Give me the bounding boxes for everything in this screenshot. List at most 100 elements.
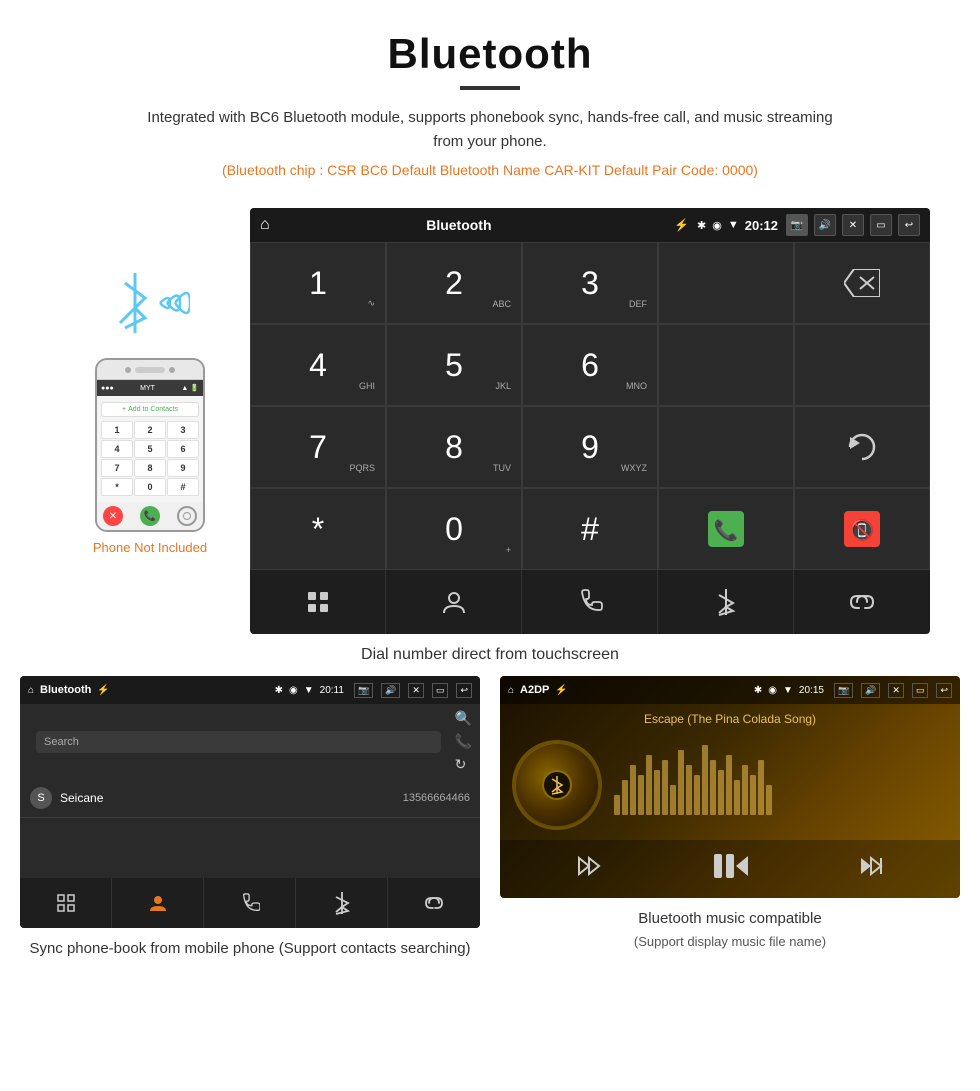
pb-refresh-icon[interactable]: ↻ [455, 756, 472, 773]
phone-add-contact-btn[interactable]: + Add to Contacts [101, 402, 199, 417]
dial-call-red-btn[interactable]: 📵 [794, 488, 930, 570]
phone-call-btn[interactable]: 📞 [140, 506, 160, 526]
phone-front-camera [135, 367, 165, 373]
phone-key-star[interactable]: * [101, 478, 133, 496]
dial-key-6[interactable]: 6 MNO [522, 324, 658, 406]
pb-toolbar-grid-btn[interactable] [20, 878, 112, 928]
pb-close-icon-btn[interactable]: ✕ [408, 683, 424, 698]
next-track-btn[interactable] [857, 852, 885, 886]
pb-win-icon-btn[interactable]: ▭ [432, 683, 449, 698]
phone-bottom-row: ✕ 📞 [97, 502, 203, 530]
phone-key-7[interactable]: 7 [101, 459, 133, 477]
phone-key-4[interactable]: 4 [101, 440, 133, 458]
eq-bar-3 [638, 775, 644, 815]
dial-backspace-btn[interactable] [794, 242, 930, 324]
volume-icon-btn[interactable]: 🔊 [814, 214, 836, 236]
back-icon-btn[interactable]: ↩ [898, 214, 920, 236]
key-1-sub: ∿ [367, 298, 375, 309]
key-3-sub: DEF [629, 299, 647, 309]
pb-toolbar-contacts-btn[interactable] [112, 878, 204, 928]
music-time: 20:15 [799, 685, 824, 696]
phone-key-8[interactable]: 8 [134, 459, 166, 477]
pb-call-icon[interactable]: 📞 [455, 733, 472, 750]
dial-key-3[interactable]: 3 DEF [522, 242, 658, 324]
dial-key-8[interactable]: 8 TUV [386, 406, 522, 488]
prev-track-btn[interactable] [575, 852, 603, 886]
svg-text:📵: 📵 [850, 518, 875, 542]
dial-empty-3 [794, 324, 930, 406]
music-panel: ⌂ A2DP ⚡ ✱ ◉ ▼ 20:15 📷 🔊 ✕ ▭ ↩ Escape (T… [500, 676, 960, 961]
eq-bar-11 [702, 745, 708, 815]
dialer-toolbar [250, 570, 930, 634]
toolbar-contacts-btn[interactable] [386, 570, 522, 634]
phone-key-9[interactable]: 9 [167, 459, 199, 477]
pb-home-icon[interactable]: ⌂ [28, 685, 34, 696]
dial-empty-4 [658, 406, 794, 488]
pb-vol-icon-btn[interactable]: 🔊 [381, 683, 400, 698]
dial-call-green-btn[interactable]: 📞 [658, 488, 794, 570]
phone-key-1[interactable]: 1 [101, 421, 133, 439]
music-back-btn[interactable]: ↩ [936, 683, 952, 698]
home-dot [183, 512, 191, 520]
bluetooth-icon [715, 587, 737, 617]
dial-redial-btn[interactable] [794, 406, 930, 488]
play-pause-btn[interactable] [712, 848, 748, 890]
phone-key-hash[interactable]: # [167, 478, 199, 496]
redial-icon [844, 429, 880, 465]
dial-key-9[interactable]: 9 WXYZ [522, 406, 658, 488]
music-vol-btn[interactable]: 🔊 [861, 683, 880, 698]
pb-time: 20:11 [320, 685, 344, 696]
key-8-number: 8 [445, 429, 463, 466]
bottom-screens-row: ⌂ Bluetooth ⚡ ✱ ◉ ▼ 20:11 📷 🔊 ✕ ▭ ↩ Sear… [0, 676, 980, 981]
phone-home-btn[interactable] [177, 506, 197, 526]
key-5-sub: JKL [495, 381, 511, 391]
dial-key-7[interactable]: 7 PQRS [250, 406, 386, 488]
pb-cam-icon-btn[interactable]: 📷 [354, 683, 373, 698]
dial-key-0[interactable]: 0 + [386, 488, 522, 570]
contact-letter: S [30, 787, 52, 809]
dial-key-hash[interactable]: # [522, 488, 658, 570]
pb-toolbar-link-btn[interactable] [388, 878, 480, 928]
pb-toolbar-phone-btn[interactable] [204, 878, 296, 928]
pb-contact-row[interactable]: S Seicane 13566664466 [20, 779, 480, 818]
phonebook-caption-text: Sync phone-book from mobile phone (Suppo… [29, 940, 470, 957]
eq-bar-16 [742, 765, 748, 815]
phone-key-6[interactable]: 6 [167, 440, 199, 458]
toolbar-bluetooth-btn[interactable] [658, 570, 794, 634]
toolbar-grid-btn[interactable] [250, 570, 386, 634]
phone-key-0[interactable]: 0 [134, 478, 166, 496]
call-accept-icon: 📞 [708, 511, 744, 547]
phone-key-2[interactable]: 2 [134, 421, 166, 439]
music-win-btn[interactable]: ▭ [912, 683, 929, 698]
music-close-btn[interactable]: ✕ [888, 683, 904, 698]
toolbar-link-btn[interactable] [794, 570, 930, 634]
pb-toolbar-bluetooth-btn[interactable] [296, 878, 388, 928]
toolbar-phone-btn[interactable] [522, 570, 658, 634]
phone-status-right: ▲ 🔋 [181, 384, 199, 392]
phone-key-3[interactable]: 3 [167, 421, 199, 439]
svg-text:📞: 📞 [714, 517, 739, 542]
bluetooth-specs: (Bluetooth chip : CSR BC6 Default Blueto… [20, 162, 960, 178]
pb-loc-icon: ◉ [289, 685, 298, 696]
bluetooth-symbol-icon [110, 268, 160, 338]
close-icon-btn[interactable]: ✕ [842, 214, 864, 236]
phone-end-call-btn[interactable]: ✕ [103, 506, 123, 526]
phonebook-search-input[interactable]: Search [36, 731, 441, 753]
backspace-icon [844, 269, 880, 297]
dial-key-1[interactable]: 1 ∿ [250, 242, 386, 324]
dial-key-4[interactable]: 4 GHI [250, 324, 386, 406]
pb-back-icon-btn[interactable]: ↩ [456, 683, 472, 698]
music-cam-btn[interactable]: 📷 [834, 683, 853, 698]
search-icon[interactable]: 🔍 [455, 710, 472, 727]
contact-name: Seicane [60, 791, 103, 805]
camera-icon-btn[interactable]: 📷 [786, 214, 808, 236]
eq-bar-1 [622, 780, 628, 815]
phone-key-5[interactable]: 5 [134, 440, 166, 458]
key-star-number: * [312, 511, 324, 548]
dial-key-star[interactable]: * [250, 488, 386, 570]
dial-key-5[interactable]: 5 JKL [386, 324, 522, 406]
eq-bar-17 [750, 775, 756, 815]
dial-key-2[interactable]: 2 ABC [386, 242, 522, 324]
window-icon-btn[interactable]: ▭ [870, 214, 892, 236]
music-home-icon[interactable]: ⌂ [508, 685, 514, 696]
